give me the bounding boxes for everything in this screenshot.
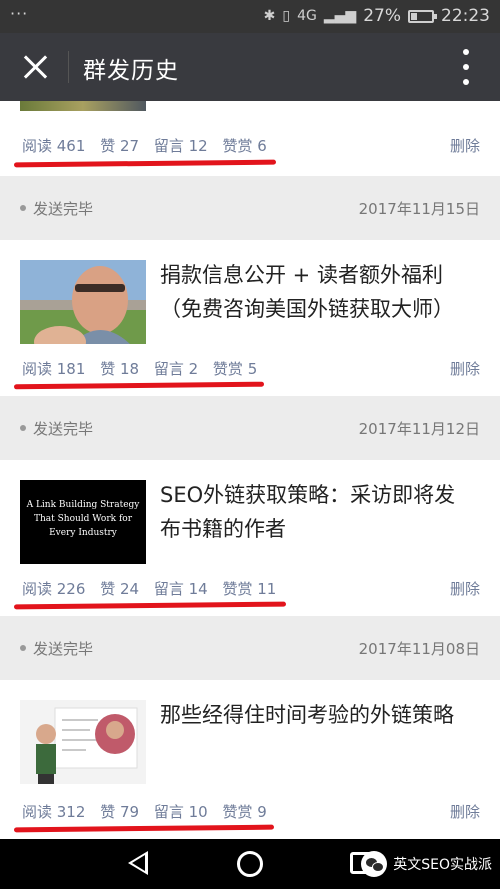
signal-icon: ▂▄▆ bbox=[323, 8, 357, 24]
reward-count: 赞赏 5 bbox=[212, 360, 258, 378]
wechat-logo-icon bbox=[361, 851, 388, 877]
red-underline bbox=[13, 159, 277, 168]
article-card[interactable]: 阅读 461 赞 27 留言 12 赞赏 6 删除 bbox=[0, 101, 500, 176]
like-count: 赞 18 bbox=[100, 360, 140, 378]
comment-count: 留言 12 bbox=[153, 137, 208, 155]
article-stats: 阅读 181 赞 18 留言 2 赞赏 5 bbox=[22, 358, 267, 379]
thumbnail-caption: A Link Building Strategy That Should Wor… bbox=[26, 500, 140, 538]
more-menu-icon[interactable] bbox=[462, 49, 470, 85]
send-status: 发送完毕 bbox=[20, 638, 93, 659]
send-status: 发送完毕 bbox=[20, 198, 93, 219]
reward-count: 赞赏 11 bbox=[222, 580, 277, 598]
article-thumbnail: A Link Building Strategy That Should Wor… bbox=[20, 480, 146, 564]
comment-count: 留言 2 bbox=[153, 360, 199, 378]
red-underline bbox=[13, 381, 265, 390]
send-date: 2017年11月12日 bbox=[358, 420, 480, 438]
watermark: 英文SEO实战派 bbox=[361, 851, 492, 877]
bluetooth-icon: ✱ bbox=[263, 8, 276, 24]
read-count: 阅读 312 bbox=[22, 803, 86, 821]
battery-icon bbox=[408, 9, 437, 23]
reward-count: 赞赏 6 bbox=[222, 137, 267, 155]
article-thumbnail bbox=[20, 101, 146, 111]
article-headline: 那些经得住时间考验的外链策略 bbox=[160, 703, 454, 727]
notification-dots: ··· bbox=[10, 4, 29, 23]
delete-button[interactable]: 删除 bbox=[450, 358, 480, 379]
title-divider bbox=[68, 51, 69, 83]
article-headline: SEO外链获取策略：采访即将发布书籍的作者 bbox=[160, 483, 456, 541]
close-icon[interactable] bbox=[18, 50, 52, 84]
read-count: 阅读 461 bbox=[22, 137, 86, 155]
clock: 22:23 bbox=[441, 6, 490, 26]
title-bar: 群发历史 bbox=[0, 33, 500, 101]
read-count: 阅读 226 bbox=[22, 580, 86, 598]
article-thumbnail bbox=[20, 700, 146, 784]
red-underline bbox=[13, 824, 275, 833]
like-count: 赞 24 bbox=[100, 580, 140, 598]
send-date: 2017年11月08日 bbox=[358, 640, 480, 658]
comment-count: 留言 10 bbox=[153, 803, 208, 821]
article-card[interactable]: A Link Building Strategy That Should Wor… bbox=[0, 460, 500, 616]
system-nav-bar: 英文SEO实战派 bbox=[0, 839, 500, 889]
back-icon[interactable] bbox=[128, 851, 148, 875]
article-list[interactable]: 阅读 461 赞 27 留言 12 赞赏 6 删除 发送完毕 2017年11月1… bbox=[0, 101, 500, 839]
delete-button[interactable]: 删除 bbox=[450, 135, 480, 156]
page-title: 群发历史 bbox=[83, 58, 179, 84]
article-card[interactable]: 那些经得住时间考验的外链策略 阅读 312 赞 79 留言 10 赞赏 9 删除 bbox=[0, 680, 500, 839]
network-label: 4G bbox=[297, 8, 317, 24]
send-date: 2017年11月15日 bbox=[358, 200, 480, 218]
article-stats: 阅读 312 赞 79 留言 10 赞赏 9 bbox=[22, 801, 277, 822]
delete-button[interactable]: 删除 bbox=[450, 578, 480, 599]
send-status: 发送完毕 bbox=[20, 418, 93, 439]
article-headline: 捐款信息公开 + 读者额外福利（免费咨询美国外链获取大师） bbox=[160, 263, 454, 321]
article-stats: 阅读 461 赞 27 留言 12 赞赏 6 bbox=[22, 135, 277, 156]
article-card[interactable]: 捐款信息公开 + 读者额外福利（免费咨询美国外链获取大师） 阅读 181 赞 1… bbox=[0, 240, 500, 396]
article-thumbnail bbox=[20, 260, 146, 344]
date-row: 发送完毕 2017年11月08日 bbox=[0, 616, 500, 677]
status-bar: ··· ✱ ▯ 4G ▂▄▆ 27% 22:23 bbox=[0, 0, 500, 33]
red-underline bbox=[13, 601, 287, 610]
home-icon[interactable] bbox=[237, 851, 263, 877]
like-count: 赞 79 bbox=[100, 803, 140, 821]
read-count: 阅读 181 bbox=[22, 360, 86, 378]
article-stats: 阅读 226 赞 24 留言 14 赞赏 11 bbox=[22, 578, 286, 599]
vibrate-icon: ▯ bbox=[282, 8, 291, 24]
comment-count: 留言 14 bbox=[153, 580, 208, 598]
battery-percent: 27% bbox=[363, 6, 401, 26]
delete-button[interactable]: 删除 bbox=[450, 801, 480, 822]
like-count: 赞 27 bbox=[100, 137, 140, 155]
reward-count: 赞赏 9 bbox=[222, 803, 267, 821]
watermark-label: 英文SEO实战派 bbox=[393, 857, 492, 873]
date-row: 发送完毕 2017年11月12日 bbox=[0, 396, 500, 457]
date-row: 发送完毕 2017年11月15日 bbox=[0, 176, 500, 237]
